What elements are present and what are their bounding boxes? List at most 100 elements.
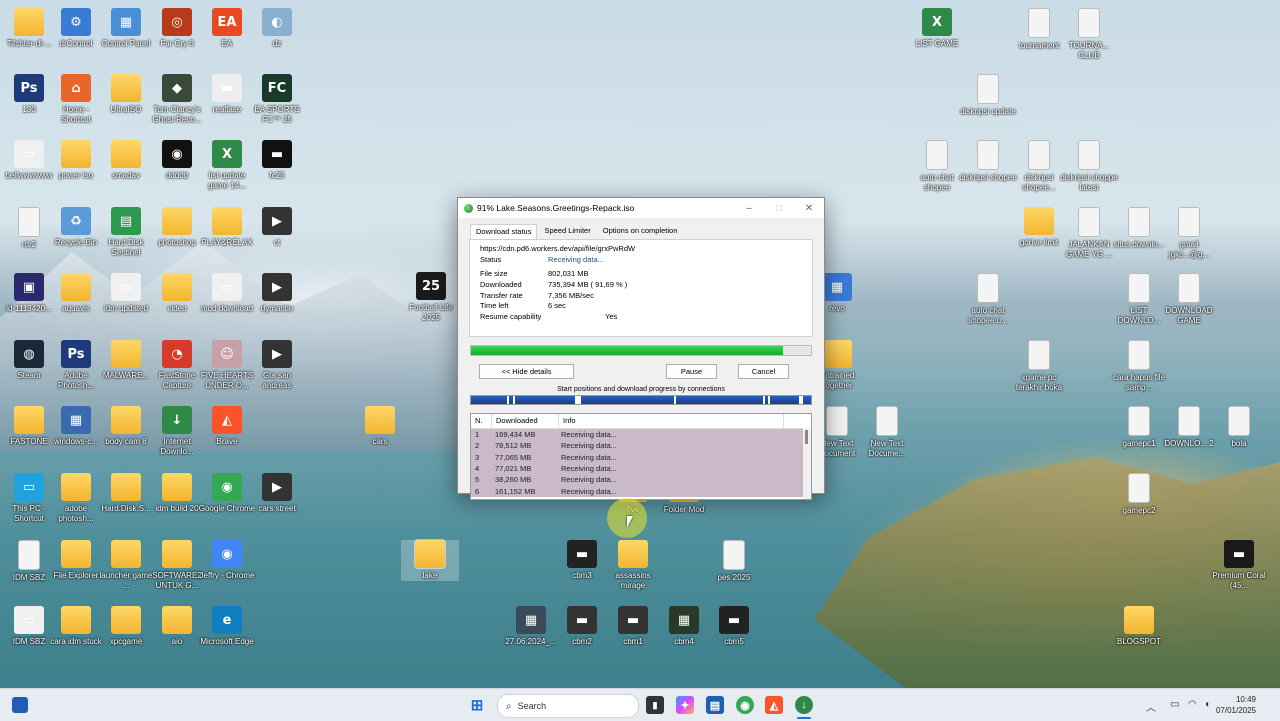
desktop-icon[interactable]: auto chat shopee u... <box>959 273 1017 326</box>
header-n[interactable]: N. <box>471 414 492 428</box>
desktop-icon[interactable]: bola <box>1210 406 1268 449</box>
desktop-icon-label: Football Life 2025 <box>409 303 453 322</box>
desktop-icon[interactable]: New Text Docume... <box>858 406 916 459</box>
desktop-icon-label: BLOGSPOT <box>1116 637 1161 646</box>
desktop-icon-label: Folder Mod <box>663 505 705 514</box>
connections-table[interactable]: N. Downloaded Info 1 169,434 MB Receiving … <box>470 413 812 500</box>
desktop-icon[interactable]: MALWARE... <box>97 340 155 381</box>
desktop-icon[interactable]: ◉ Jeffry - Chrome <box>198 540 256 581</box>
desktop-icon[interactable]: xgame pc terakhir buka <box>1010 340 1068 393</box>
table-row[interactable]: 4 77,021 MB Receiving data... <box>471 462 811 475</box>
tab-download-status[interactable]: Download status <box>470 224 538 239</box>
wifi-icon[interactable]: ◠ <box>1188 699 1197 710</box>
folder-icon <box>111 340 141 368</box>
dialog-titlebar[interactable]: 91% Lake.Seasons.Greetings-Repack.iso – … <box>458 198 824 218</box>
close-button[interactable]: ✕ <box>794 198 824 218</box>
table-row[interactable]: 2 78,512 MB Receiving data... <box>471 440 811 452</box>
desktop-icon-label: cara hapus file samp... <box>1112 373 1166 392</box>
connection-marker <box>763 396 765 404</box>
tab-options-on-completion[interactable]: Options on completion <box>598 224 683 239</box>
desktop-icon[interactable]: diskripsi update <box>959 74 1017 117</box>
table-row[interactable]: 5 38,260 MB Receiving data... <box>471 474 811 486</box>
desktop-icon[interactable]: ◭ Brave <box>198 406 256 447</box>
table-row[interactable]: 3 77,065 MB Receiving data... <box>471 451 811 463</box>
table-row[interactable]: 1 169,434 MB Receiving data... <box>471 429 811 441</box>
desktop-icon[interactable]: ▬ cbm5 <box>705 606 763 647</box>
table-row[interactable]: 6 161,152 MB Receiving data... <box>471 485 811 497</box>
volume-icon[interactable]: ◖ <box>1204 699 1210 710</box>
desktop-icon[interactable]: ▶ cars street <box>248 473 306 514</box>
table-scrollbar[interactable] <box>803 428 811 499</box>
desktop-icon[interactable]: auto chat shopee <box>908 140 966 193</box>
desktop-icon[interactable]: TOURNA... CLUB <box>1060 8 1118 61</box>
desktop-icon[interactable]: ▬ cbm3 <box>553 540 611 581</box>
app-icon: ▣ <box>14 273 44 301</box>
connection-info: Receiving data... <box>561 475 617 485</box>
hide-details-button[interactable]: << Hide details <box>479 364 574 379</box>
desktop-icon[interactable]: diskripsi shopee <box>959 140 1017 183</box>
desktop-icon[interactable]: UltraISO <box>97 74 155 115</box>
desktop-icon[interactable]: ▤ Hard Disk Sentinel <box>97 207 155 258</box>
desktop-icon-label: launcher game ... <box>99 571 153 590</box>
desktop-icon[interactable]: ▦ Control Panel <box>97 8 155 49</box>
folder-icon <box>111 540 141 568</box>
desktop-icon[interactable]: e Microsoft Edge <box>198 606 256 647</box>
clock[interactable]: 10:49 07/01/2025 <box>1216 694 1256 716</box>
desktop-icon[interactable]: ▶ Gta san andreas <box>248 340 306 391</box>
connection-number: 4 <box>475 464 480 474</box>
desktop-icon[interactable]: 25 Football Life 2025 <box>402 272 460 323</box>
desktop-icon-label: ct <box>273 238 281 247</box>
desktop-icon[interactable]: gamepc2 <box>1110 473 1168 516</box>
tray-overflow-chevron-icon[interactable]: ︿ <box>1146 699 1156 714</box>
maximize-button[interactable]: □ <box>764 198 794 218</box>
scroll-thumb[interactable] <box>805 430 808 444</box>
idm-taskbar-icon[interactable]: ↓ <box>795 696 813 714</box>
desktop-icon[interactable]: ▦ 27.06.2024_... <box>502 606 560 647</box>
desktop-icon[interactable]: cara hapus file samp... <box>1110 340 1168 393</box>
desktop-icon[interactable]: X LIST GAME <box>908 8 966 49</box>
desktop-icon[interactable]: ◐ dz <box>248 8 306 49</box>
store-icon[interactable]: ▤ <box>706 696 724 714</box>
folder-icon <box>61 140 91 168</box>
desktop-icon[interactable]: ▬ Premium Coral (45... <box>1210 540 1268 591</box>
desktop-icon[interactable]: assassins mirage <box>604 540 662 591</box>
app-icon: ▭ <box>111 273 141 301</box>
desktop-icon[interactable]: ▶ dymantle <box>248 273 306 314</box>
tab-speed-limiter[interactable]: Speed Limiter <box>539 224 595 239</box>
desktop-icon[interactable]: Hard.Disk.S... <box>97 473 155 514</box>
desktop-icon[interactable]: ▬ cbm2 <box>553 606 611 647</box>
desktop-icon[interactable]: gmail jgkc...@g... <box>1160 207 1218 260</box>
desktop-icon[interactable]: ▬ fc25 <box>248 140 306 181</box>
start-windows-icon[interactable]: ⊞ <box>468 696 486 714</box>
header-info[interactable]: Info <box>559 414 784 428</box>
app-icon: ▬ <box>567 606 597 634</box>
minimize-button[interactable]: – <box>734 198 764 218</box>
desktop-icon[interactable]: BLOGSPOT <box>1110 606 1168 647</box>
show-widgets-icon[interactable] <box>12 697 28 713</box>
search-box[interactable]: ⌕ Search <box>497 694 639 718</box>
folder-icon <box>414 539 446 569</box>
desktop-icon[interactable]: ▬ cbm1 <box>604 606 662 647</box>
desktop-icon[interactable]: DOWNLOAD GAME <box>1160 273 1218 326</box>
desktop-icon[interactable]: lake <box>401 539 459 581</box>
desktop-icon[interactable]: smadav <box>97 140 155 181</box>
desktop-icon[interactable]: FC EA SPORTS FC™ 25 <box>248 74 306 125</box>
copilot-icon[interactable]: ✦ <box>676 696 694 714</box>
desktop-icon[interactable]: xpcgame <box>97 606 155 647</box>
desktop-icon[interactable]: diskripsi shoppe latest <box>1060 140 1118 193</box>
chrome-taskbar-icon[interactable]: ◉ <box>736 696 754 714</box>
network-icon[interactable]: ▭ <box>1170 699 1179 710</box>
desktop-icon[interactable]: launcher game ... <box>97 540 155 591</box>
desktop-icon[interactable]: ▶ ct <box>248 207 306 248</box>
desktop-icon[interactable]: pes 2025 <box>705 540 763 583</box>
desktop-icon[interactable]: body cam 8 <box>97 406 155 447</box>
pause-button[interactable]: Pause <box>666 364 717 379</box>
header-downloaded[interactable]: Downloaded <box>492 414 559 428</box>
search-input[interactable]: Search <box>518 701 547 711</box>
desktop-icon[interactable]: cars <box>351 406 409 447</box>
cancel-button[interactable]: Cancel <box>738 364 789 379</box>
desktop-icon[interactable]: ▭ idm updated <box>97 273 155 314</box>
url-row: https://cdn.pd6.workers.dev/api/file/grx… <box>480 244 802 255</box>
task-view-icon[interactable]: ▮ <box>646 696 664 714</box>
brave-taskbar-icon[interactable]: ◭ <box>765 696 783 714</box>
